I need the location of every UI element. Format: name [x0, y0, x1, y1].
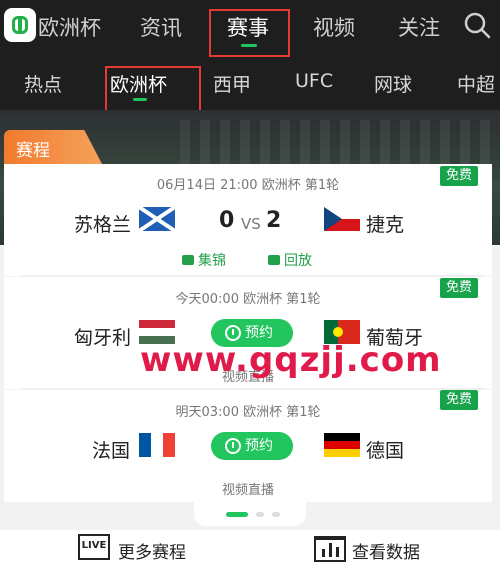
pager-dot[interactable] — [256, 512, 264, 517]
sub-tab-tennis[interactable]: 网球 — [374, 70, 412, 97]
search-icon[interactable] — [463, 11, 491, 39]
sub-tab-ufc[interactable]: UFC — [295, 70, 333, 92]
more-schedule-button[interactable]: 更多赛程 — [118, 538, 186, 563]
view-data-button[interactable]: 查看数据 — [352, 538, 420, 563]
alarm-clock-icon — [225, 438, 241, 454]
video-live-label: 视频直播 — [221, 483, 274, 498]
top-tab-follow[interactable]: 关注 — [398, 12, 440, 42]
replay-icon — [268, 255, 280, 265]
match-info: 今天00:00 欧洲杯 第1轮 — [175, 292, 321, 307]
away-score: 2 — [266, 208, 282, 233]
sub-tab-csl[interactable]: 中超 — [457, 70, 495, 97]
away-team: 德国 — [366, 440, 405, 462]
france-flag-icon — [139, 433, 175, 457]
top-header: 欧洲杯 资讯 赛事 视频 关注 — [0, 0, 500, 58]
home-team: 法国 — [92, 440, 131, 462]
home-team: 匈牙利 — [74, 327, 132, 349]
carousel-pager — [194, 502, 306, 526]
scotland-flag-icon — [139, 207, 175, 231]
card-divider — [22, 275, 484, 276]
pager-dot[interactable] — [272, 512, 280, 517]
top-tab-video[interactable]: 视频 — [313, 12, 355, 42]
card-divider — [22, 388, 484, 389]
vs-label: VS — [241, 215, 261, 233]
home-team: 苏格兰 — [74, 214, 132, 236]
app-logo-icon[interactable] — [4, 8, 36, 42]
top-tab-euro[interactable]: 欧洲杯 — [38, 12, 101, 42]
highlights-icon — [182, 255, 194, 265]
reserve-label: 预约 — [245, 438, 273, 454]
match-info: 明天03:00 欧洲杯 第1轮 — [175, 405, 321, 420]
sub-tab-laliga[interactable]: 西甲 — [213, 70, 251, 97]
home-score: 0 — [219, 208, 235, 233]
germany-flag-icon — [324, 433, 360, 457]
sub-tab-hot[interactable]: 热点 — [24, 70, 62, 97]
match-card-3[interactable]: 免费 明天03:00 欧洲杯 第1轮 法国 预约 德国 视频直播 — [4, 390, 492, 502]
highlights-link[interactable]: 集锦 — [198, 250, 226, 270]
watermark-text: www.gqzjj.com — [140, 340, 442, 380]
reserve-label: 预约 — [245, 325, 273, 341]
away-team: 捷克 — [366, 214, 405, 236]
match-card-1[interactable]: 免费 06月14日 21:00 欧洲杯 第1轮 苏格兰 0 VS 2 捷克 集锦… — [4, 164, 492, 276]
alarm-clock-icon — [225, 325, 241, 341]
replay-link[interactable]: 回放 — [284, 250, 312, 270]
czech-flag-icon — [324, 207, 360, 231]
live-icon: LIVE — [78, 534, 110, 560]
stats-chart-icon — [314, 536, 346, 562]
highlight-box-events — [209, 9, 290, 57]
reserve-button[interactable]: 预约 — [211, 432, 293, 460]
bottom-actions: LIVE 更多赛程 查看数据 — [0, 530, 500, 568]
top-tab-news[interactable]: 资讯 — [140, 12, 182, 42]
sub-nav: 热点 欧洲杯 西甲 UFC 网球 中超 — [0, 58, 500, 110]
match-info: 06月14日 21:00 欧洲杯 第1轮 — [156, 178, 340, 193]
pager-dot-active[interactable] — [226, 512, 248, 517]
